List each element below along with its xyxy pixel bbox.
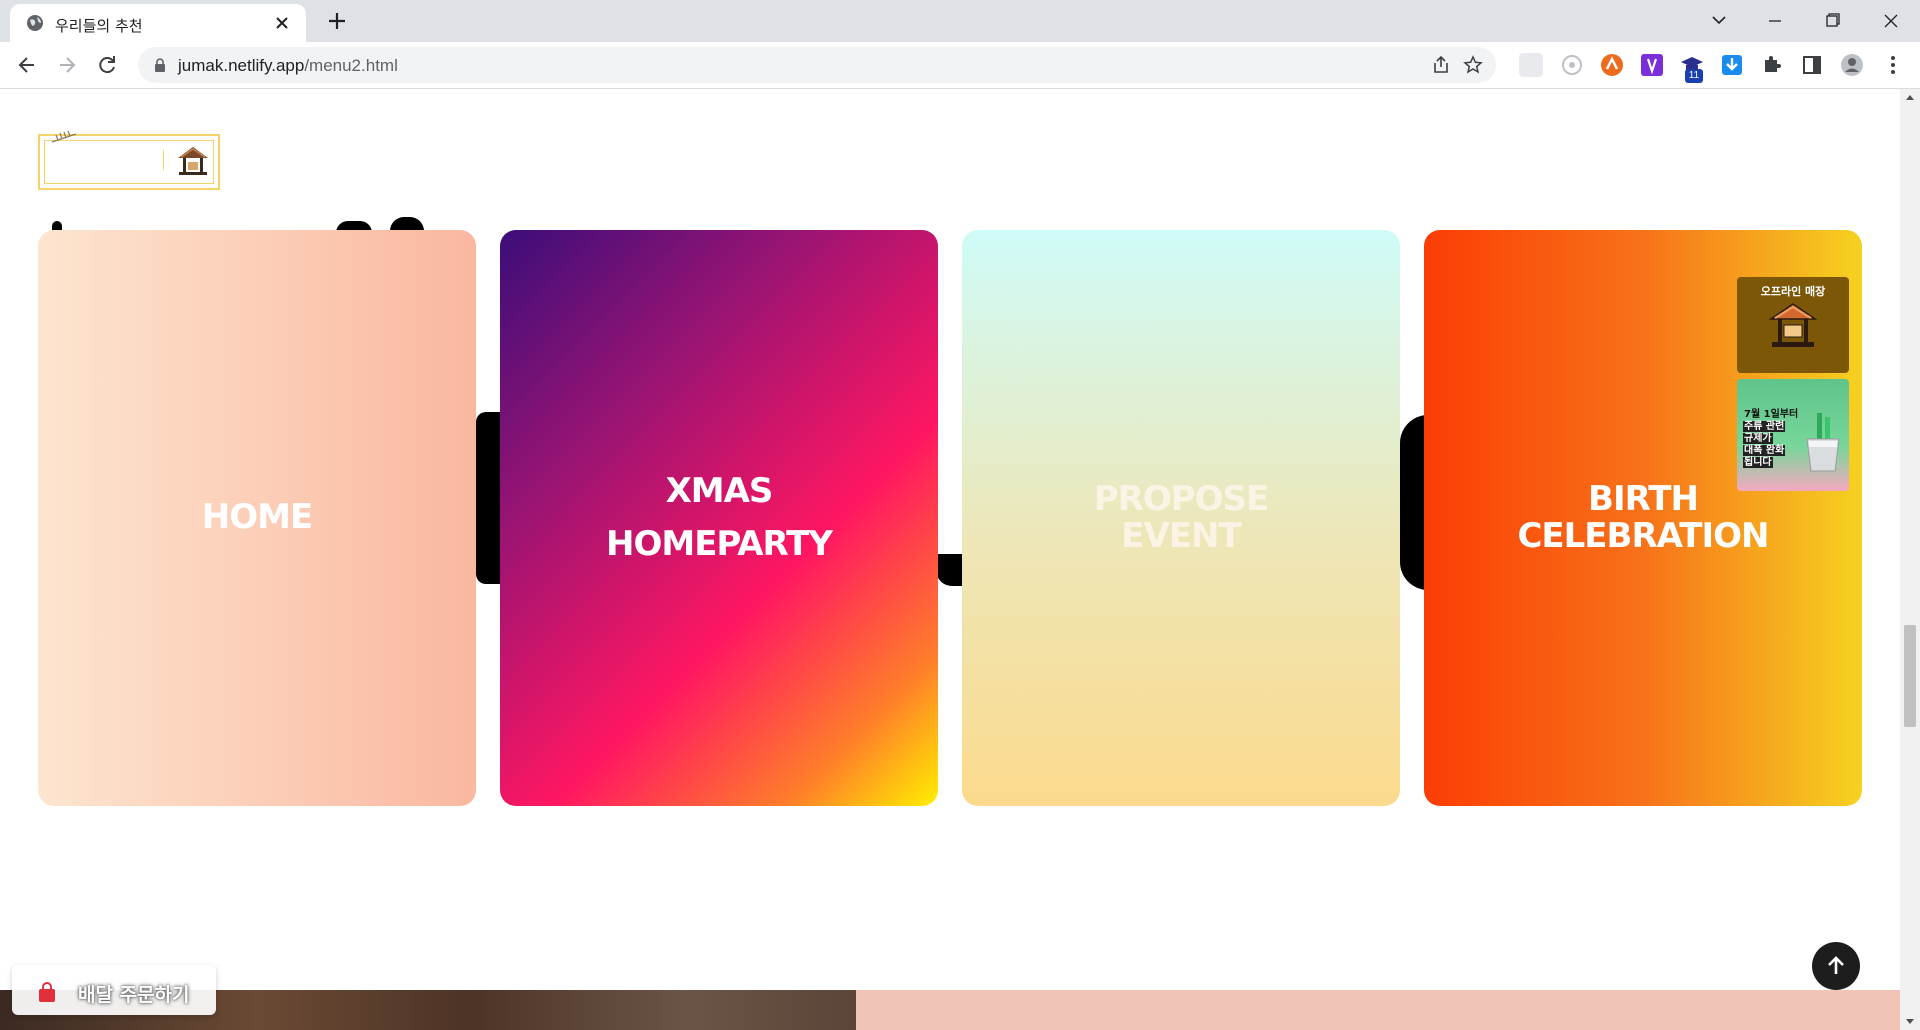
site-logo[interactable] [38, 130, 220, 190]
tab-strip: 우리들의 추천 [0, 0, 1920, 42]
url-text[interactable]: jumak.netlify.app/menu2.html [178, 56, 398, 76]
background-shape [476, 412, 502, 584]
browser-tab[interactable]: 우리들의 추천 [10, 4, 306, 42]
lock-icon[interactable] [152, 57, 168, 73]
banner-text: 7월 1일부터 주류 관련 규제가 대폭 완화 됩니다 [1743, 409, 1803, 469]
page-scrollbar[interactable] [1900, 89, 1920, 1030]
download-icon[interactable] [1720, 53, 1744, 77]
background-shape [936, 554, 964, 586]
banner-line: 7월 1일부터 [1744, 409, 1799, 420]
card-title: BIRTH CELEBRATION [1517, 478, 1769, 556]
scroll-to-top-button[interactable] [1812, 942, 1860, 990]
forward-icon[interactable] [52, 50, 82, 80]
restore-icon[interactable] [1810, 6, 1856, 36]
browser-toolbar: jumak.netlify.app/menu2.html 11 [0, 42, 1920, 89]
background-shape [390, 217, 424, 231]
close-tab-icon[interactable] [272, 13, 292, 33]
pavilion-icon [178, 147, 208, 175]
chrome-menu-icon[interactable] [1881, 53, 1905, 77]
scrollbar-thumb[interactable] [1904, 625, 1916, 727]
globe-icon [27, 15, 43, 31]
extension-3-icon[interactable] [1600, 53, 1624, 77]
back-icon[interactable] [12, 50, 42, 80]
page-viewport: HOME XMAS HOMEPARTY PROPOSE EVENT BIRTH … [0, 89, 1900, 1030]
new-tab-icon[interactable] [326, 10, 348, 32]
scroll-up-arrow-icon[interactable] [1900, 89, 1920, 107]
extensions-puzzle-icon[interactable] [1760, 53, 1784, 77]
ice-bucket-icon [1806, 413, 1840, 472]
card-title: XMAS HOMEPARTY [606, 471, 833, 564]
shopping-bag-icon [39, 982, 55, 1002]
url-path: /menu2.html [304, 56, 398, 75]
delivery-order-button[interactable]: 배달 주문하기 [12, 965, 216, 1015]
bookmark-star-icon[interactable] [1462, 54, 1484, 76]
menu-card-home[interactable]: HOME [38, 230, 476, 806]
offline-store-banner[interactable]: 오프라인 매장 [1737, 277, 1849, 373]
share-icon[interactable] [1430, 54, 1452, 76]
address-bar[interactable]: jumak.netlify.app/menu2.html [138, 47, 1496, 83]
tab-search-icon[interactable] [1696, 6, 1742, 36]
menu-card-propose-event[interactable]: PROPOSE EVENT [962, 230, 1400, 806]
banner-heading: 오프라인 매장 [1760, 285, 1826, 298]
minimize-icon[interactable] [1752, 6, 1798, 36]
tab-title: 우리들의 추천 [55, 17, 143, 35]
url-host: jumak.netlify.app [178, 56, 305, 75]
liquor-regulation-banner[interactable]: 7월 1일부터 주류 관련 규제가 대폭 완화 됩니다 [1737, 379, 1849, 491]
profile-avatar-icon[interactable] [1840, 53, 1864, 77]
banner-line: 규제가 [1743, 433, 1773, 444]
extension-1-icon[interactable] [1519, 53, 1543, 77]
scroll-down-arrow-icon[interactable] [1900, 1012, 1920, 1030]
reload-icon[interactable] [92, 50, 122, 80]
menu-card-xmas-homeparty[interactable]: XMAS HOMEPARTY [500, 230, 938, 806]
extension-badge: 11 [1685, 69, 1703, 83]
banner-line: 대폭 완화 [1743, 445, 1786, 456]
order-button-label: 배달 주문하기 [78, 984, 190, 1006]
extension-4-icon[interactable] [1640, 53, 1664, 77]
wheat-icon [51, 130, 77, 143]
pavilion-icon [1769, 303, 1817, 347]
extension-2-icon[interactable] [1560, 53, 1584, 77]
card-title: PROPOSE EVENT [1093, 478, 1270, 556]
side-panel-icon[interactable] [1800, 53, 1824, 77]
close-window-icon[interactable] [1868, 6, 1914, 36]
arrow-up-icon [1828, 956, 1844, 974]
bottom-color-strip [856, 990, 1900, 1030]
banner-line: 됩니다 [1743, 457, 1773, 468]
card-title: HOME [201, 497, 313, 538]
logo-divider [163, 150, 164, 170]
banner-line: 주류 관련 [1743, 421, 1786, 432]
